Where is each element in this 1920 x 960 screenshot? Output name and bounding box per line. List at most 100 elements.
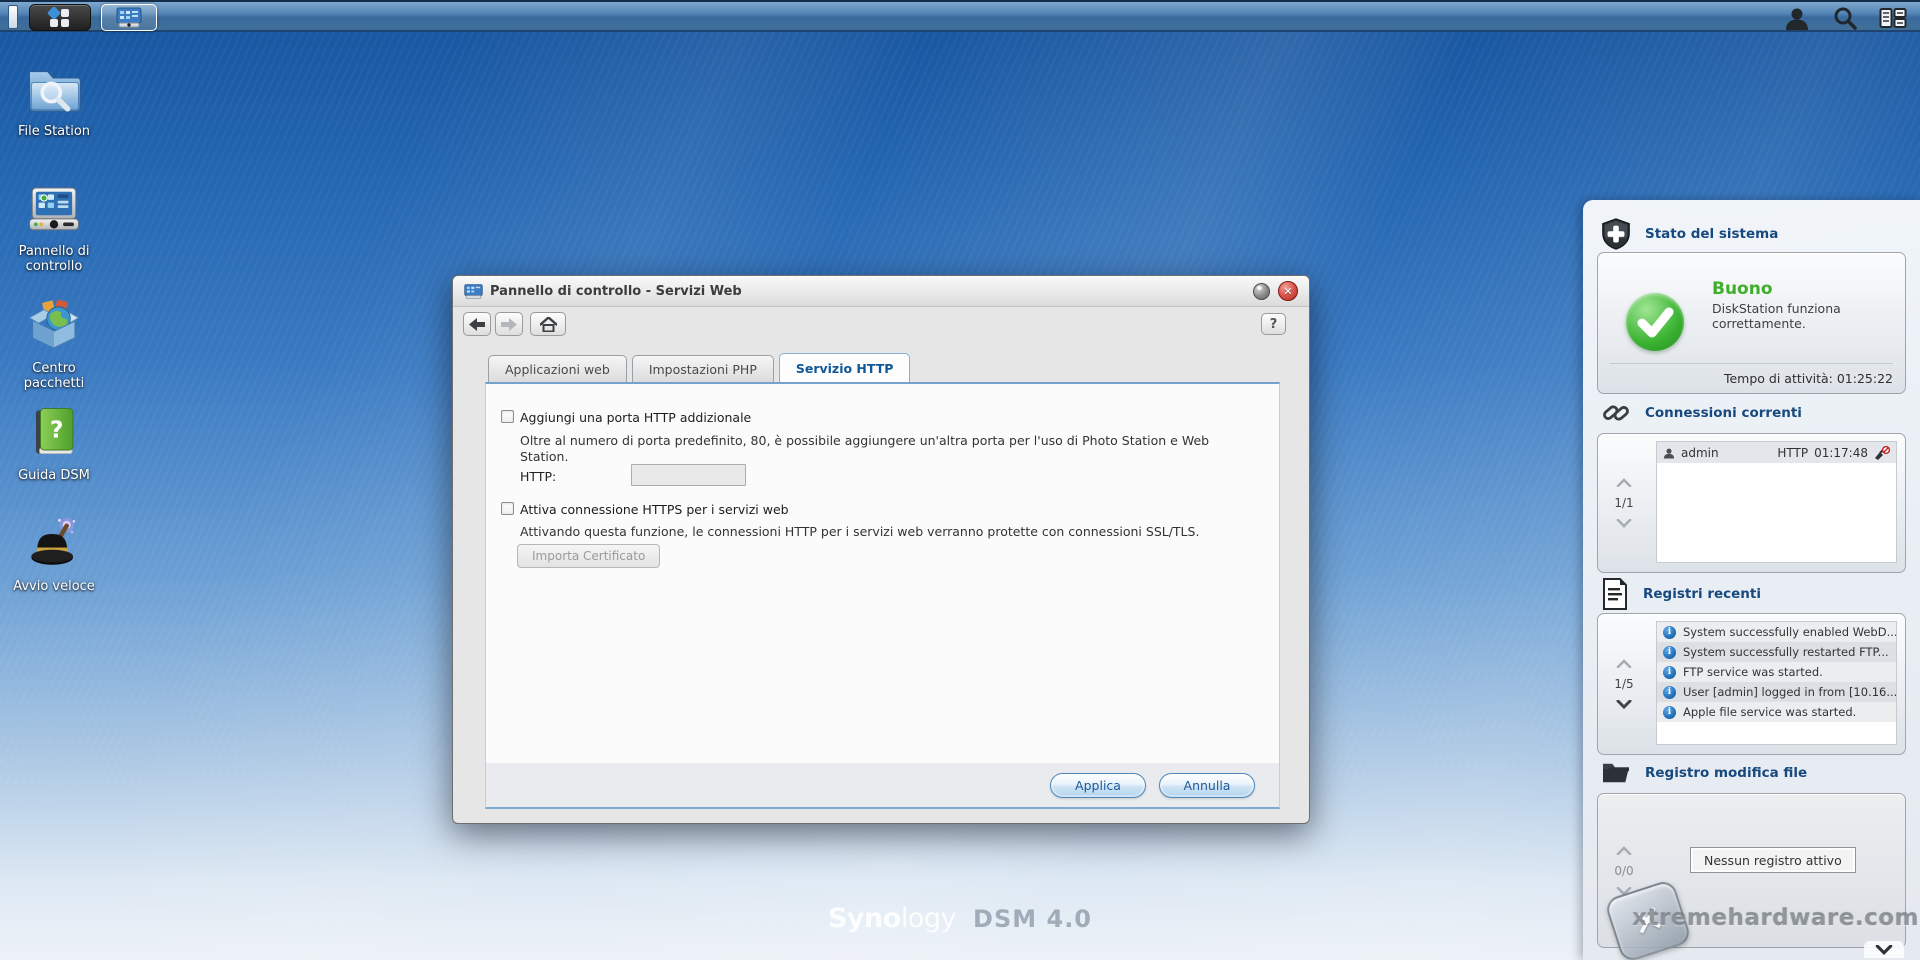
- main-menu-grid-icon: [43, 7, 77, 29]
- log-text: System successfully restarted FTP...: [1683, 645, 1889, 659]
- widget-panel: Stato del sistema Buono DiskStation funz…: [1583, 200, 1920, 960]
- connections-page: 1/1: [1614, 496, 1633, 510]
- back-button[interactable]: [463, 312, 491, 336]
- file-log-header: Registro modifica file: [1601, 760, 1807, 786]
- desktop-icon-label: File Station: [18, 124, 90, 139]
- https-checkbox[interactable]: [501, 502, 514, 515]
- log-row[interactable]: i Apple file service was started.: [1657, 702, 1896, 722]
- http-port-checkbox[interactable]: [501, 410, 514, 423]
- forward-button[interactable]: [495, 312, 523, 336]
- tab-applicazioni-web[interactable]: Applicazioni web: [488, 355, 627, 382]
- status-value: Buono: [1712, 279, 1773, 299]
- https-description: Attivando questa funzione, le connession…: [520, 524, 1226, 540]
- connections-list: admin HTTP 01:17:48: [1656, 441, 1897, 563]
- window-title: Pannello di controllo - Servizi Web: [490, 284, 742, 299]
- user-row-icon: [1663, 447, 1675, 459]
- status-description: DiskStation funziona correttamente.: [1712, 301, 1882, 331]
- log-text: System successfully enabled WebD...: [1683, 625, 1897, 639]
- disconnect-icon[interactable]: [1874, 446, 1890, 460]
- desktop-icon-label: Pannello di controllo: [6, 244, 102, 274]
- connection-row[interactable]: admin HTTP 01:17:48: [1657, 442, 1896, 463]
- link-icon: [1601, 398, 1631, 428]
- dsm-brand: Synology DSM 4.0: [828, 903, 1092, 934]
- cancel-button[interactable]: Annulla: [1159, 773, 1255, 798]
- home-button[interactable]: [530, 312, 566, 336]
- forward-arrow-icon: [501, 318, 517, 331]
- quick-start-icon: [24, 513, 84, 573]
- desktop-icon-label: Guida DSM: [18, 468, 90, 483]
- logs-title: Registri recenti: [1643, 586, 1761, 602]
- uptime-row: Tempo di attività: 01:25:22: [1610, 363, 1893, 393]
- apply-button[interactable]: Applica: [1050, 773, 1146, 798]
- logs-page: 1/5: [1614, 677, 1633, 691]
- connections-header: Connessioni correnti: [1601, 398, 1802, 428]
- log-row[interactable]: i System successfully enabled WebD...: [1657, 622, 1896, 642]
- page-up-icon[interactable]: [1616, 659, 1632, 668]
- connection-protocol: HTTP: [1777, 446, 1808, 460]
- connections-title: Connessioni correnti: [1645, 405, 1802, 421]
- desktop-icon-dsm-help[interactable]: ? Guida DSM: [0, 402, 108, 483]
- uptime-value: Tempo di attività: 01:25:22: [1724, 371, 1893, 386]
- http-port-input[interactable]: [631, 464, 746, 486]
- pilot-view-button[interactable]: [1876, 4, 1910, 32]
- widget-collapse-tab[interactable]: [1864, 941, 1904, 958]
- taskbar-app-control-panel[interactable]: [101, 4, 157, 31]
- log-row[interactable]: i System successfully restarted FTP...: [1657, 642, 1896, 662]
- file-station-icon: [24, 58, 84, 118]
- system-status-title: Stato del sistema: [1645, 226, 1778, 242]
- folder-icon: [1601, 760, 1631, 786]
- desktop-icon-file-station[interactable]: File Station: [0, 58, 108, 139]
- tab-content-panel: Aggiungi una porta HTTP addizionale Oltr…: [485, 382, 1280, 809]
- main-menu-button[interactable]: [29, 4, 91, 31]
- svg-text:?: ?: [50, 415, 64, 443]
- window-title-icon: [464, 283, 483, 300]
- desktop-icon-quick-start[interactable]: Avvio veloce: [0, 513, 108, 594]
- import-certificate-button[interactable]: Importa Certificato: [517, 544, 660, 568]
- log-row[interactable]: i FTP service was started.: [1657, 662, 1896, 682]
- connection-time: 01:17:48: [1814, 446, 1868, 460]
- taskbar-right-tray: [1780, 2, 1914, 34]
- page-down-icon[interactable]: [1616, 519, 1632, 528]
- connections-pager: 1/1: [1598, 434, 1650, 572]
- desktop-icon-package-center[interactable]: Centro pacchetti: [0, 295, 108, 391]
- page-up-icon[interactable]: [1616, 846, 1632, 855]
- no-active-log-button[interactable]: Nessun registro attivo: [1690, 847, 1856, 873]
- info-icon: i: [1663, 686, 1676, 699]
- window-pin-button[interactable]: [1253, 283, 1270, 300]
- dsm-help-icon: ?: [24, 402, 84, 462]
- log-row[interactable]: i User [admin] logged in from [10.16...: [1657, 682, 1896, 702]
- control-panel-window: Pannello di controllo - Servizi Web ✕ ? …: [452, 275, 1310, 824]
- info-icon: i: [1663, 626, 1676, 639]
- desktop-icon-control-panel[interactable]: Pannello di controllo: [0, 178, 108, 274]
- shield-icon: [1601, 218, 1631, 250]
- brand-rest: logy: [901, 903, 956, 934]
- info-icon: i: [1663, 706, 1676, 719]
- window-titlebar[interactable]: Pannello di controllo - Servizi Web: [453, 276, 1309, 307]
- http-port-checkbox-label[interactable]: Aggiungi una porta HTTP addizionale: [520, 410, 751, 425]
- log-text: FTP service was started.: [1683, 665, 1823, 679]
- show-desktop-button[interactable]: [8, 5, 18, 29]
- help-button[interactable]: ?: [1261, 313, 1286, 335]
- taskbar: [0, 0, 1920, 32]
- pilot-view-icon: [1879, 7, 1907, 29]
- user-menu-button[interactable]: [1780, 4, 1814, 32]
- log-text: Apple file service was started.: [1683, 705, 1856, 719]
- https-checkbox-label[interactable]: Attiva connessione HTTPS per i servizi w…: [520, 502, 789, 517]
- logs-list: i System successfully enabled WebD... i …: [1656, 621, 1897, 745]
- window-close-button[interactable]: ✕: [1278, 281, 1298, 301]
- tab-impostazioni-php[interactable]: Impostazioni PHP: [632, 355, 774, 382]
- logs-header: Registri recenti: [1601, 578, 1761, 610]
- page-down-icon[interactable]: [1616, 700, 1632, 709]
- info-icon: i: [1663, 666, 1676, 679]
- control-panel-mini-icon: [116, 7, 142, 28]
- brand-bold: Syno: [828, 903, 901, 934]
- http-field-label: HTTP:: [520, 469, 556, 484]
- search-button[interactable]: [1828, 4, 1862, 32]
- connections-box: 1/1 admin HTTP 01:17:48: [1597, 433, 1906, 573]
- back-arrow-icon: [469, 318, 485, 331]
- control-panel-icon: [24, 178, 84, 238]
- tab-servizio-http[interactable]: Servizio HTTP: [779, 353, 911, 382]
- info-icon: i: [1663, 646, 1676, 659]
- home-icon: [540, 317, 557, 332]
- page-up-icon[interactable]: [1616, 478, 1632, 487]
